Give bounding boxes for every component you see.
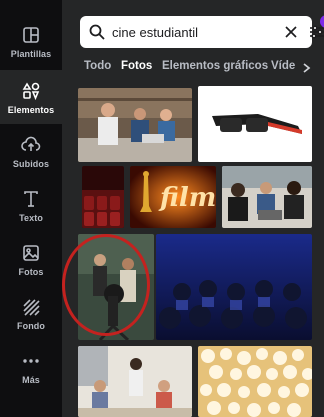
tab-elementos-graficos[interactable]: Elementos gráficos	[162, 60, 268, 72]
elements-icon	[20, 80, 42, 102]
photo-audience-in-cinema[interactable]	[156, 234, 312, 340]
sidebar-item-label: Subidos	[12, 158, 50, 169]
photo-classroom-students[interactable]	[78, 346, 192, 417]
photo-film-award-lettering[interactable]: film	[130, 166, 216, 228]
chevron-right-icon[interactable]	[300, 61, 312, 75]
photo-popcorn[interactable]	[198, 346, 312, 417]
search-box[interactable]: 1	[80, 15, 324, 48]
sidebar-item-fondo[interactable]: Fondo	[0, 286, 62, 340]
more-dots-icon	[20, 350, 42, 372]
sidebar-item-mas[interactable]: Más	[0, 340, 62, 394]
tab-fotos[interactable]: Fotos	[121, 60, 152, 72]
clear-icon[interactable]	[283, 24, 299, 40]
tab-todo[interactable]: Todo	[84, 60, 111, 72]
sidebar-item-label: Más	[22, 374, 40, 385]
text-icon	[20, 188, 42, 210]
photo-film-crew-camera[interactable]	[78, 234, 154, 340]
photo-students-around-laptop[interactable]	[222, 166, 312, 228]
background-pattern-icon	[20, 296, 42, 318]
templates-icon	[20, 24, 42, 46]
search-input[interactable]	[112, 21, 262, 43]
photo-cinema-seats[interactable]	[82, 166, 124, 228]
sidebar-item-label: Elementos	[7, 104, 55, 115]
category-tabs: Todo Fotos Elementos gráficos Víde	[82, 60, 324, 80]
tab-videos[interactable]: Víde	[271, 60, 295, 72]
sidebar: Plantillas Elementos Subidos Texto Fotos…	[0, 0, 62, 417]
elements-panel: 1 Todo Fotos Elementos gráficos Víde	[62, 0, 324, 417]
photo-3d-glasses[interactable]	[198, 86, 312, 162]
sidebar-item-label: Plantillas	[10, 48, 52, 59]
search-icon	[88, 23, 106, 41]
photo-students-with-laptop[interactable]	[78, 88, 192, 162]
upload-cloud-icon	[20, 134, 42, 156]
sidebar-item-label: Fotos	[18, 266, 44, 277]
sidebar-item-plantillas[interactable]: Plantillas	[0, 14, 62, 68]
sidebar-item-subidos[interactable]: Subidos	[0, 124, 62, 178]
svg-text:film: film	[158, 183, 216, 213]
sidebar-item-texto[interactable]: Texto	[0, 178, 62, 232]
sidebar-item-label: Texto	[19, 212, 43, 223]
photos-icon	[20, 242, 42, 264]
sidebar-item-label: Fondo	[17, 320, 45, 331]
sidebar-item-elementos[interactable]: Elementos	[0, 70, 62, 124]
sidebar-item-fotos[interactable]: Fotos	[0, 232, 62, 286]
